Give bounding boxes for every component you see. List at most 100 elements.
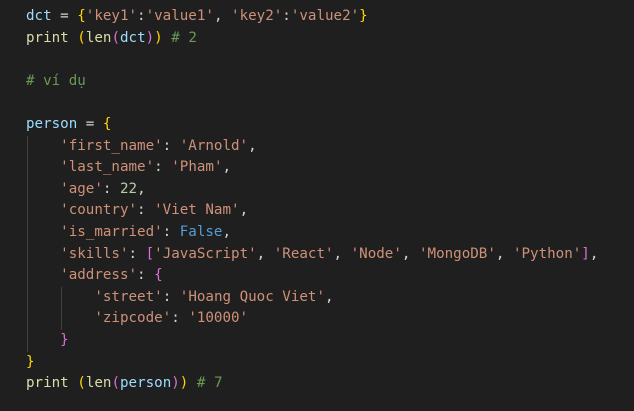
var-token: dct: [26, 8, 52, 24]
operator-token: ,: [589, 245, 599, 262]
bracket-token: }: [359, 8, 368, 24]
function-token: print: [26, 375, 69, 392]
string-token: 'value1': [145, 8, 214, 24]
string-token: 'Hoang Quoc Viet': [179, 288, 325, 305]
string-token: 'address': [60, 267, 138, 284]
string-token: 'age': [60, 180, 103, 197]
var-token: person: [26, 116, 78, 132]
string-token: 'Python': [512, 245, 582, 262]
code-line[interactable]: 'country': 'Viet Nam',: [26, 200, 248, 222]
operator-token: :: [128, 245, 146, 262]
function-token: print: [26, 29, 69, 46]
string-token: 'Viet Nam': [154, 202, 240, 219]
operator-token: :: [282, 8, 291, 24]
operator-token: :: [137, 267, 155, 284]
code-line[interactable]: 'street': 'Hoang Quoc Viet',: [26, 287, 334, 309]
bracket-token: }: [26, 353, 35, 370]
operator-token: :: [162, 224, 180, 240]
code-line[interactable]: 'first_name': 'Arnold',: [26, 136, 257, 158]
string-token: 'first_name': [60, 137, 163, 154]
string-token: 'Node': [350, 245, 402, 262]
operator-token: ,: [213, 8, 232, 24]
var-token: dct: [119, 29, 146, 46]
operator-token: ,: [222, 159, 232, 176]
string-token: 'key2': [231, 8, 283, 24]
code-line[interactable]: 'is_married': False,: [26, 222, 231, 244]
string-token: 'MongoDB': [418, 245, 496, 262]
string-token: '10000': [188, 310, 249, 327]
operator-token: ,: [239, 202, 249, 219]
operator-token: ,: [248, 137, 257, 154]
string-token: 'React': [273, 245, 334, 262]
function-token: len: [85, 29, 112, 46]
number-token: 22: [119, 180, 138, 197]
operator-token: ,: [137, 180, 146, 197]
string-token: 'Arnold': [179, 137, 249, 154]
code-line[interactable]: 'address': {: [26, 265, 163, 287]
code-line[interactable]: 'last_name': 'Pham',: [26, 157, 231, 179]
operator-token: :: [162, 288, 180, 305]
operator-token: ,: [325, 288, 334, 305]
code-line[interactable]: 'zipcode': '10000': [26, 308, 248, 330]
string-token: 'Pham': [171, 159, 223, 176]
operator-token: =: [77, 116, 103, 132]
comment-token: # ví dụ: [26, 72, 86, 89]
comment-token: # 7: [188, 375, 223, 392]
bracket-token: {: [154, 267, 163, 284]
string-token: 'skills': [60, 245, 129, 262]
keyword-token: False: [179, 224, 223, 240]
operator-token: :: [137, 202, 155, 219]
bracket-token: ): [171, 375, 180, 392]
operator-token: :: [137, 8, 146, 24]
comment-token: # 2: [162, 29, 197, 46]
string-token: 'country': [60, 202, 138, 219]
bracket-token: (: [111, 29, 120, 46]
string-token: 'value2': [290, 8, 360, 24]
operator-token: ,: [401, 245, 419, 262]
string-token: 'key1': [85, 8, 138, 24]
string-token: 'zipcode': [94, 310, 172, 327]
bracket-token: }: [60, 332, 69, 348]
operator-token: :: [102, 180, 120, 197]
var-token: person: [119, 375, 172, 392]
operator-token: =: [51, 8, 78, 24]
code-line[interactable]: }: [26, 352, 35, 374]
string-token: 'JavaScript': [154, 245, 257, 262]
string-token: 'street': [94, 288, 163, 305]
bracket-token: (: [77, 29, 86, 46]
code-line[interactable]: 'skills': ['JavaScript', 'React', 'Node'…: [26, 244, 598, 266]
bracket-token: ]: [581, 245, 590, 262]
bracket-token: [: [145, 245, 155, 262]
code-line[interactable]: print (len(person)) # 7: [26, 373, 223, 395]
code-line[interactable]: }: [26, 330, 69, 352]
operator-token: ,: [256, 245, 274, 262]
code-line[interactable]: person = {: [26, 114, 111, 136]
string-token: 'is_married': [60, 224, 163, 240]
code-line[interactable]: 'age': 22,: [26, 179, 146, 201]
bracket-token: ): [154, 29, 163, 46]
operator-token: :: [162, 137, 180, 154]
operator-token: ,: [333, 245, 351, 262]
operator-token: ,: [495, 245, 513, 262]
operator-token: ,: [222, 224, 232, 240]
operator-token: :: [154, 159, 172, 176]
bracket-token: (: [77, 375, 86, 392]
operator-token: :: [171, 310, 189, 327]
bracket-token: {: [102, 116, 112, 132]
bracket-token: {: [77, 8, 86, 24]
code-line[interactable]: dct = {'key1':'value1', 'key2':'value2'}: [26, 6, 368, 28]
code-line[interactable]: # ví dụ: [26, 71, 86, 93]
code-line[interactable]: print (len(dct)) # 2: [26, 28, 197, 50]
code-editor[interactable]: dct = {'key1':'value1', 'key2':'value2'}…: [0, 0, 634, 411]
